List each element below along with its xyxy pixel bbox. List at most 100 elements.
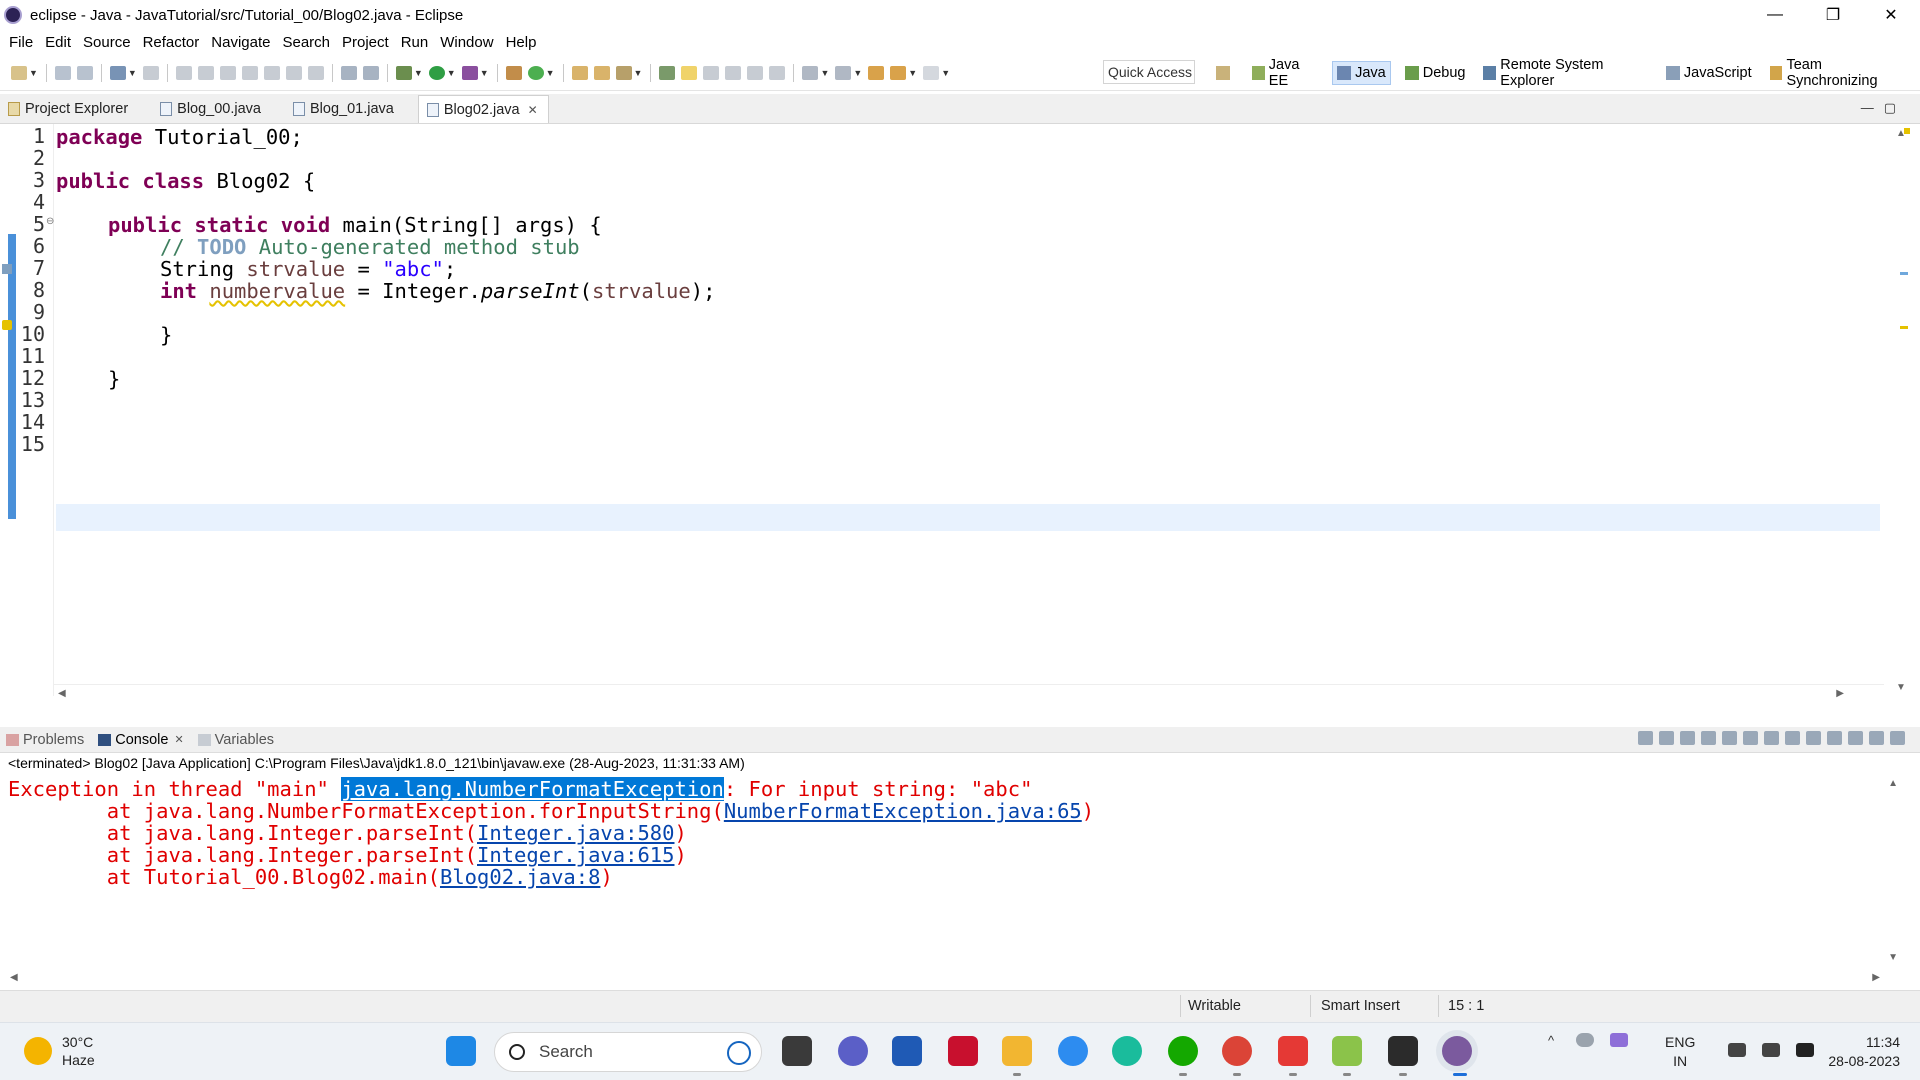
clock[interactable]: 11:34 28-08-2023: [1815, 1033, 1900, 1071]
warning-marker-icon[interactable]: [2, 320, 12, 330]
next-annotation-icon[interactable]: [802, 65, 819, 80]
tab-blog02[interactable]: Blog02.java ✕: [417, 95, 549, 123]
last-edit-location-icon[interactable]: [868, 65, 885, 80]
skip-breakpoints-icon[interactable]: [142, 65, 159, 80]
code-editor[interactable]: 1 2 3 4 5 ⊖ 6 7 8 9 10 11 12 13 14 15 pa…: [0, 124, 1920, 702]
menu-help[interactable]: Help: [506, 34, 537, 51]
save-all-icon[interactable]: [76, 65, 93, 80]
pin-console-icon[interactable]: [1806, 731, 1821, 745]
tab-blog-00[interactable]: Blog_00.java: [152, 95, 271, 123]
menu-refactor[interactable]: Refactor: [143, 34, 200, 51]
suspend-icon[interactable]: [197, 65, 214, 80]
tab-console[interactable]: Console ✕: [92, 732, 191, 748]
store-icon[interactable]: [892, 1036, 922, 1066]
paint-icon[interactable]: [1332, 1036, 1362, 1066]
file-explorer-icon[interactable]: [1002, 1036, 1032, 1066]
paragraph-icon[interactable]: [769, 65, 786, 80]
close-console-tab-icon[interactable]: ✕: [174, 733, 183, 746]
disconnect-icon[interactable]: [241, 65, 258, 80]
terminate-icon[interactable]: [219, 65, 236, 80]
remove-all-launches-icon[interactable]: [1680, 731, 1695, 745]
terminal-icon[interactable]: [109, 65, 126, 80]
chrome-icon[interactable]: [1222, 1036, 1252, 1066]
stacktrace-link[interactable]: NumberFormatException.java:65: [724, 799, 1082, 823]
overview-task-mark[interactable]: [1900, 272, 1908, 275]
word-wrap-icon[interactable]: [1743, 731, 1758, 745]
step-return-icon[interactable]: [307, 65, 324, 80]
perspective-java-ee[interactable]: Java EE: [1248, 54, 1322, 92]
perspective-javascript[interactable]: JavaScript: [1662, 62, 1756, 84]
weather-widget[interactable]: 30°C Haze: [24, 1033, 95, 1069]
toggle-highlight-icon[interactable]: [681, 65, 698, 80]
edge-icon[interactable]: [1112, 1036, 1142, 1066]
clear-console-icon[interactable]: [1701, 731, 1716, 745]
quick-access-input[interactable]: Quick Access: [1103, 60, 1195, 84]
console-output[interactable]: Exception in thread "main" java.lang.Num…: [0, 776, 1900, 983]
restore-button[interactable]: ❐: [1804, 0, 1862, 30]
tab-project-explorer[interactable]: Project Explorer: [0, 95, 138, 123]
network-volume-battery[interactable]: [1720, 1043, 1822, 1057]
resume-icon[interactable]: [175, 65, 192, 80]
scroll-left-icon[interactable]: ◀: [58, 688, 66, 699]
minimize-button[interactable]: —: [1746, 0, 1804, 30]
open-perspective-button[interactable]: [1212, 63, 1238, 83]
terminate-console-icon[interactable]: [1638, 731, 1653, 745]
tab-variables[interactable]: Variables: [192, 732, 282, 748]
language-indicator[interactable]: ENG IN: [1665, 1033, 1695, 1071]
new-icon[interactable]: [11, 65, 27, 80]
close-button[interactable]: ✕: [1862, 0, 1920, 30]
external-tools-icon[interactable]: [461, 65, 478, 80]
menu-search[interactable]: Search: [282, 34, 330, 51]
code-text[interactable]: package Tutorial_00; public class Blog02…: [56, 124, 1876, 684]
perspective-remote-system-explorer[interactable]: Remote System Explorer: [1479, 54, 1651, 92]
open-console-icon[interactable]: [1848, 731, 1863, 745]
perspective-debug[interactable]: Debug: [1401, 62, 1470, 84]
show-on-stderr-icon[interactable]: [1785, 731, 1800, 745]
remove-launch-icon[interactable]: [1659, 731, 1674, 745]
run-icon[interactable]: [428, 65, 445, 80]
onedrive-icon[interactable]: [1576, 1033, 1594, 1047]
console-scroll-down-icon[interactable]: ▼: [1888, 952, 1898, 963]
show-on-stdout-icon[interactable]: [1764, 731, 1779, 745]
get-help-icon[interactable]: [1058, 1036, 1088, 1066]
view-minimize-icon[interactable]: [1869, 731, 1884, 745]
toggle-word-wrap-icon[interactable]: [747, 65, 764, 80]
console-scroll-left-icon[interactable]: ◀: [10, 972, 18, 983]
display-console-icon[interactable]: [1827, 731, 1842, 745]
menu-navigate[interactable]: Navigate: [211, 34, 270, 51]
menu-edit[interactable]: Edit: [45, 34, 71, 51]
step-over-icon[interactable]: [285, 65, 302, 80]
overview-warning-mark[interactable]: [1900, 326, 1908, 329]
task-marker-icon[interactable]: [2, 264, 12, 274]
fold-collapse-icon[interactable]: ⊖: [46, 216, 54, 227]
new-java-package-icon[interactable]: [505, 65, 522, 80]
use-step-filters-icon[interactable]: [340, 65, 357, 80]
menu-run[interactable]: Run: [401, 34, 429, 51]
new-java-class-icon[interactable]: [527, 65, 544, 80]
perspective-team-synchronizing[interactable]: Team Synchronizing: [1766, 54, 1910, 92]
step-into-icon[interactable]: [263, 65, 280, 80]
scroll-lock-icon[interactable]: [1722, 731, 1737, 745]
mcafee-icon[interactable]: [948, 1036, 978, 1066]
teams-chat-icon[interactable]: [838, 1036, 868, 1066]
tab-blog-01[interactable]: Blog_01.java: [285, 95, 404, 123]
previous-annotation-icon[interactable]: [835, 65, 852, 80]
bing-icon[interactable]: [727, 1041, 751, 1065]
task-view-icon[interactable]: [782, 1036, 812, 1066]
upwork-icon[interactable]: [1168, 1036, 1198, 1066]
menu-project[interactable]: Project: [342, 34, 389, 51]
close-tab-icon[interactable]: ✕: [528, 103, 538, 117]
console-scroll-up-icon[interactable]: ▲: [1888, 778, 1898, 789]
menu-window[interactable]: Window: [440, 34, 493, 51]
terminal-app-icon[interactable]: [1388, 1036, 1418, 1066]
view-maximize-icon[interactable]: [1890, 731, 1905, 745]
new-dropdown-icon[interactable]: ▼: [29, 68, 38, 78]
open-task-icon[interactable]: [593, 65, 610, 80]
open-type-icon[interactable]: [571, 65, 588, 80]
debug-run-icon[interactable]: [395, 65, 412, 80]
anydesk-icon[interactable]: [1278, 1036, 1308, 1066]
tab-problems[interactable]: Problems: [0, 732, 92, 748]
stacktrace-link[interactable]: Blog02.java:8: [440, 865, 600, 889]
toggle-mark-occurrences-icon[interactable]: [659, 65, 676, 80]
show-whitespace-icon[interactable]: [725, 65, 742, 80]
